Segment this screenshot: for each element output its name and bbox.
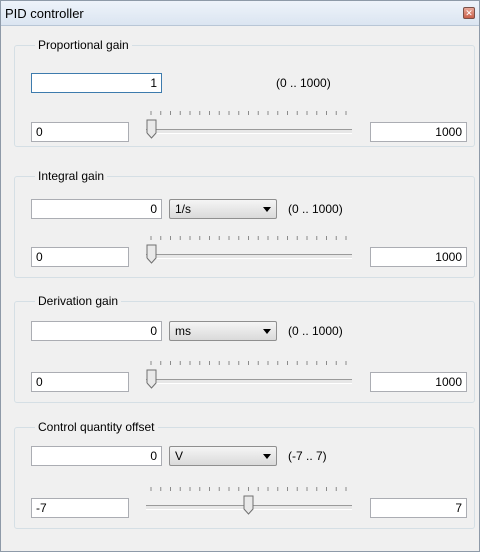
integral-gain-slider[interactable] <box>146 236 352 266</box>
control-offset-slider[interactable] <box>146 487 352 517</box>
derivation-gain-min-input[interactable] <box>31 372 129 392</box>
integral-gain-min-input[interactable] <box>31 247 129 267</box>
derivation-gain-unit-select[interactable]: ms <box>169 321 277 341</box>
slider-ticks <box>150 236 347 240</box>
proportional-gain-max-input[interactable] <box>370 122 467 142</box>
slider-track <box>146 254 352 259</box>
slider-ticks <box>150 361 347 365</box>
chevron-down-icon <box>263 207 271 212</box>
derivation-gain-range: (0 .. 1000) <box>288 324 343 338</box>
selected-unit: 1/s <box>175 202 192 216</box>
control-offset-unit-select[interactable]: V <box>169 446 277 466</box>
window-title: PID controller <box>5 6 84 21</box>
slider-ticks <box>150 487 347 491</box>
slider-track <box>146 379 352 384</box>
proportional-gain-value-input[interactable] <box>31 73 162 93</box>
group-control-quantity-offset: Control quantity offset V (-7 .. 7) <box>14 420 475 529</box>
pid-controller-window: PID controller ✕ Proportional gain (0 ..… <box>0 0 480 552</box>
control-offset-max-input[interactable] <box>370 498 467 518</box>
proportional-gain-min-input[interactable] <box>31 122 129 142</box>
derivation-gain-value-input[interactable] <box>31 321 162 341</box>
chevron-down-icon <box>263 329 271 334</box>
proportional-gain-slider[interactable] <box>146 111 352 141</box>
derivation-gain-slider[interactable] <box>146 361 352 391</box>
integral-gain-value-input[interactable] <box>31 199 162 219</box>
group-integral-gain: Integral gain 1/s (0 .. 1000) <box>14 169 475 278</box>
title-bar[interactable]: PID controller ✕ <box>1 1 479 26</box>
integral-gain-range: (0 .. 1000) <box>288 202 343 216</box>
integral-gain-unit-select[interactable]: 1/s <box>169 199 277 219</box>
group-title: Control quantity offset <box>35 420 158 434</box>
group-title: Integral gain <box>35 169 108 183</box>
slider-ticks <box>150 111 347 115</box>
selected-unit: V <box>175 449 184 463</box>
derivation-gain-max-input[interactable] <box>370 372 467 392</box>
slider-thumb[interactable] <box>146 369 157 389</box>
group-derivation-gain: Derivation gain ms (0 .. 1000) <box>14 294 475 403</box>
control-offset-range: (-7 .. 7) <box>288 449 327 463</box>
proportional-gain-range: (0 .. 1000) <box>276 76 331 90</box>
slider-thumb[interactable] <box>243 495 254 515</box>
control-offset-min-input[interactable] <box>31 498 129 518</box>
group-title: Proportional gain <box>35 38 132 52</box>
slider-thumb[interactable] <box>146 244 157 264</box>
close-icon[interactable]: ✕ <box>463 7 475 19</box>
selected-unit: ms <box>175 324 191 338</box>
integral-gain-max-input[interactable] <box>370 247 467 267</box>
slider-track <box>146 129 352 134</box>
group-proportional-gain: Proportional gain (0 .. 1000) <box>14 38 475 147</box>
group-title: Derivation gain <box>35 294 122 308</box>
chevron-down-icon <box>263 454 271 459</box>
control-offset-value-input[interactable] <box>31 446 162 466</box>
slider-thumb[interactable] <box>146 119 157 139</box>
